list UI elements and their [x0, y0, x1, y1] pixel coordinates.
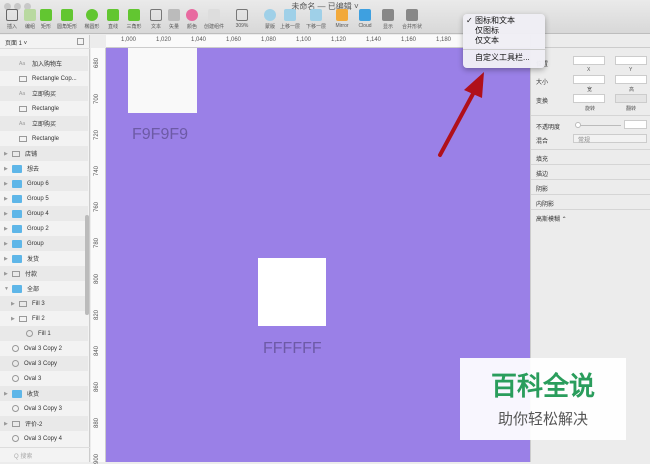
flip-buttons[interactable] — [615, 94, 647, 103]
menu-item-label: 图标和文本 — [475, 16, 515, 25]
watermark-title: 百科全说 — [490, 371, 595, 401]
rotate-input[interactable] — [573, 94, 605, 103]
menu-item-label: 仅图标 — [475, 26, 499, 35]
align-toolbar — [531, 35, 650, 48]
menu-item[interactable]: 仅图标 — [463, 26, 545, 36]
transform-label: 变换 — [536, 99, 549, 105]
size-label: 大小 — [536, 80, 549, 86]
width-input[interactable] — [573, 75, 605, 84]
rotate-label: 旋转 — [585, 106, 596, 112]
x-input[interactable] — [573, 56, 605, 65]
menu-item[interactable]: 仅文本 — [463, 36, 545, 46]
y-input[interactable] — [615, 56, 647, 65]
blend-label: 混合 — [536, 139, 549, 145]
opacity-slider[interactable] — [577, 125, 621, 126]
watermark-logo: 百科全说 助你轻松解决 — [460, 358, 626, 440]
menu-separator — [463, 49, 545, 50]
opacity-slider-handle[interactable] — [575, 122, 581, 128]
watermark-slogan: 助你轻松解决 — [497, 411, 588, 428]
menu-item-customize-toolbar[interactable]: 自定义工具栏... — [463, 53, 545, 63]
blend-select[interactable]: 常规 — [573, 134, 647, 144]
flip-label: 翻转 — [626, 106, 637, 112]
y-label: Y — [629, 67, 633, 73]
inspector-section[interactable]: 填充 — [531, 149, 650, 163]
inspector-section[interactable]: 高斯模糊 ⌃ — [531, 209, 650, 223]
width-label: 宽 — [587, 87, 593, 93]
height-label: 高 — [629, 87, 635, 93]
inspector-section[interactable]: 内阴影 — [531, 194, 650, 208]
opacity-input[interactable] — [624, 120, 647, 129]
toolbar-context-menu: ✓ 图标和文本 仅图标 仅文本 自定义工具栏... — [463, 14, 545, 68]
menu-item-label: 仅文本 — [475, 36, 499, 45]
x-label: X — [587, 67, 591, 73]
inspector-section[interactable]: 描边 — [531, 164, 650, 178]
height-input[interactable] — [615, 75, 647, 84]
opacity-label: 不透明度 — [536, 125, 561, 131]
checkmark-icon: ✓ — [466, 16, 473, 25]
inspector-section[interactable]: 阴影 — [531, 179, 650, 193]
menu-item[interactable]: ✓ 图标和文本 — [463, 16, 545, 26]
